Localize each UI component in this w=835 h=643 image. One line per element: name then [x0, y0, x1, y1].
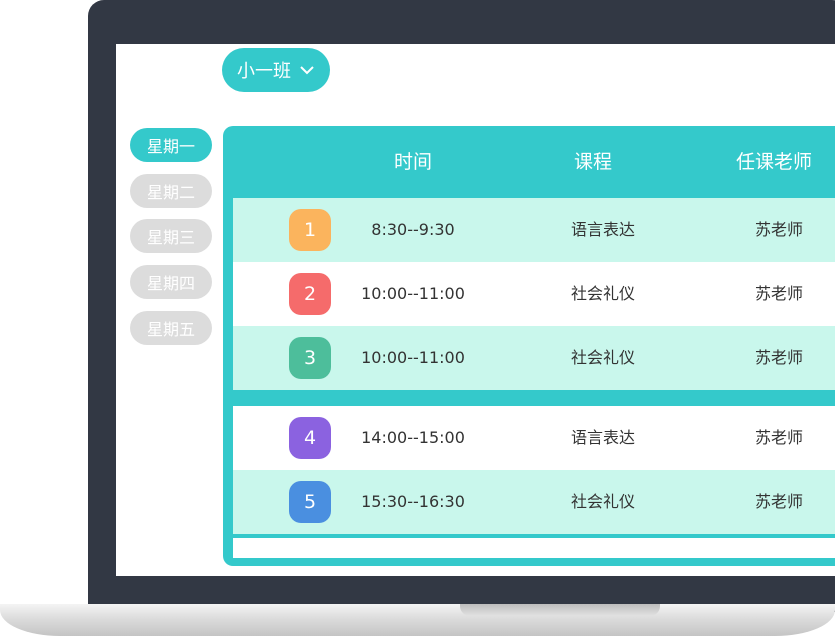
day-tab-label: 星期四: [146, 274, 195, 293]
row-number-badge: 3: [289, 337, 331, 379]
row-number-badge: 5: [289, 481, 331, 523]
header-teacher: 任课老师: [735, 151, 812, 173]
schedule-row[interactable]: 1 8:30--9:30 语言表达 苏老师: [233, 198, 835, 262]
day-tab-label: 星期三: [146, 228, 195, 247]
row-time: 10:00--11:00: [361, 284, 465, 303]
row-course: 社会礼仪: [570, 348, 635, 367]
day-tab-thursday[interactable]: 星期四: [130, 265, 212, 299]
day-tab-label: 星期一: [146, 137, 195, 156]
class-selector-dropdown[interactable]: 小一班: [222, 48, 330, 92]
row-teacher: 苏老师: [754, 428, 803, 447]
schedule-row[interactable]: 2 10:00--11:00 社会礼仪 苏老师: [233, 262, 835, 326]
laptop-base-notch: [460, 604, 660, 616]
schedule-row[interactable]: 4 14:00--15:00 语言表达 苏老师: [233, 406, 835, 470]
day-tab-wednesday[interactable]: 星期三: [130, 219, 212, 253]
row-number-badge: 1: [289, 209, 331, 251]
chevron-down-icon: [300, 66, 314, 75]
row-teacher: 苏老师: [754, 348, 803, 367]
panel-bottom-strip: [233, 538, 835, 558]
schedule-panel: 时间 课程 任课老师 1 8:30--9:30 语言表达 苏老师 2 10:00…: [223, 126, 835, 566]
row-teacher: 苏老师: [754, 284, 803, 303]
row-number-badge: 2: [289, 273, 331, 315]
app-screen: 小一班 星期一 星期二 星期三 星期四 星期五 时间 课程 任课老师 1 8:3…: [116, 44, 835, 576]
class-selector-label: 小一班: [237, 61, 291, 82]
row-time: 10:00--11:00: [361, 348, 465, 367]
schedule-row[interactable]: 3 10:00--11:00 社会礼仪 苏老师: [233, 326, 835, 390]
row-time: 14:00--15:00: [361, 428, 465, 447]
day-tab-monday[interactable]: 星期一: [130, 128, 212, 162]
header-time: 时间: [393, 151, 432, 173]
laptop-base: [0, 604, 835, 636]
row-time: 15:30--16:30: [361, 492, 465, 511]
day-tab-friday[interactable]: 星期五: [130, 311, 212, 345]
row-course: 社会礼仪: [570, 284, 635, 303]
day-tab-tuesday[interactable]: 星期二: [130, 174, 212, 208]
row-time: 8:30--9:30: [371, 220, 455, 239]
row-course: 语言表达: [570, 220, 635, 239]
header-course: 课程: [573, 151, 612, 173]
row-number-badge: 4: [289, 417, 331, 459]
day-tab-label: 星期二: [146, 183, 195, 202]
row-teacher: 苏老师: [754, 492, 803, 511]
schedule-row[interactable]: 5 15:30--16:30 社会礼仪 苏老师: [233, 470, 835, 534]
day-tab-label: 星期五: [146, 320, 195, 339]
row-course: 语言表达: [570, 428, 635, 447]
row-course: 社会礼仪: [570, 492, 635, 511]
row-teacher: 苏老师: [754, 220, 803, 239]
